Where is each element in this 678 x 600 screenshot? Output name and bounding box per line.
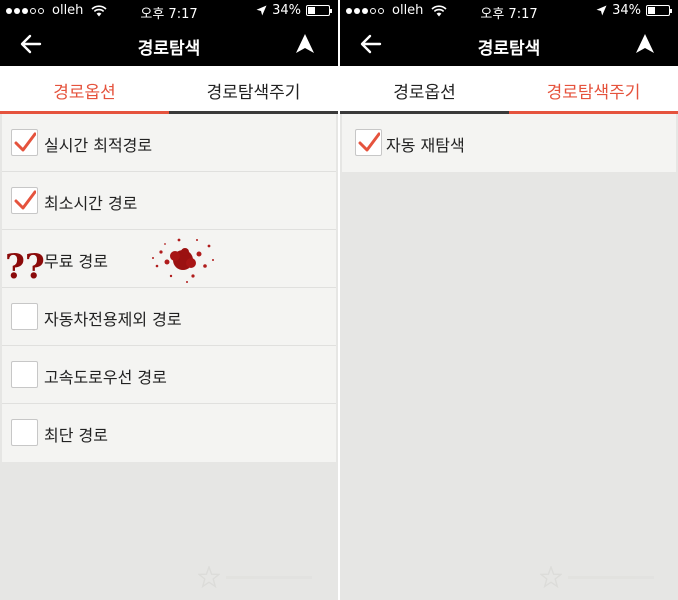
navigation-bar: 경로탐색 (0, 22, 338, 66)
watermark (540, 564, 660, 592)
checkbox[interactable] (11, 129, 38, 156)
tab-route-options[interactable]: 경로옵션 (0, 66, 169, 114)
checkbox[interactable] (355, 129, 382, 156)
navigation-arrow-icon[interactable] (294, 32, 316, 56)
checkbox[interactable] (11, 187, 38, 214)
tab-search-interval[interactable]: 경로탐색주기 (509, 66, 678, 114)
checkmark-icon (358, 132, 380, 152)
checkmark-icon (14, 190, 36, 210)
option-label: 자동차전용제외 경로 (44, 310, 182, 329)
tab-route-options[interactable]: 경로옵션 (340, 66, 509, 114)
option-row-auto-research[interactable]: 자동 재탐색 (342, 114, 676, 172)
option-label: 무료 경로 (44, 252, 108, 271)
page-title: 경로탐색 (137, 39, 201, 59)
checkbox[interactable] (11, 361, 38, 388)
tab-label: 경로옵션 (393, 82, 456, 103)
top-bar: olleh 오후 7:17 34% 경로탐색 (340, 0, 678, 66)
svg-text:????: ???? (5, 247, 47, 284)
option-row-realtime-optimal[interactable]: 실시간 최적경로 (2, 114, 336, 172)
checkbox[interactable] (11, 419, 38, 446)
option-row-exclude-motorway[interactable]: 자동차전용제외 경로 (2, 288, 336, 346)
question-marks-annotation: ???? (5, 247, 47, 284)
battery-percent: 34% (272, 3, 301, 18)
location-services-icon (596, 5, 607, 16)
location-services-icon (256, 5, 267, 16)
option-label: 자동 재탐색 (386, 136, 465, 155)
option-label: 최소시간 경로 (44, 194, 138, 213)
option-row-highway-first[interactable]: 고속도로우선 경로 (2, 346, 336, 404)
star-logo-icon (540, 566, 562, 588)
battery-percent: 34% (612, 3, 641, 18)
page-title: 경로탐색 (477, 39, 541, 59)
battery-icon (306, 5, 332, 16)
star-logo-icon (198, 566, 220, 588)
option-label: 최단 경로 (44, 426, 108, 445)
battery-icon (646, 5, 672, 16)
checkbox[interactable] (11, 303, 38, 330)
tab-bar: 경로옵션 경로탐색주기 (340, 66, 678, 114)
watermark (198, 564, 318, 592)
tab-label: 경로옵션 (53, 82, 116, 103)
checkmark-icon (14, 132, 36, 152)
option-row-free-route[interactable]: ???? 무료 경로 (2, 230, 336, 288)
tab-label: 경로탐색주기 (546, 82, 641, 103)
left-screen: olleh 오후 7:17 34% 경로탐색 경로옵션 경로탐색주기 실시간 최… (0, 0, 338, 600)
option-label: 실시간 최적경로 (44, 136, 153, 155)
right-screen: olleh 오후 7:17 34% 경로탐색 경로옵션 경로탐색주기 자동 재탐… (340, 0, 678, 600)
route-options-list: 실시간 최적경로 최소시간 경로 ???? 무료 경로 (2, 114, 336, 462)
top-bar: olleh 오후 7:17 34% 경로탐색 (0, 0, 338, 66)
option-row-minimum-time[interactable]: 최소시간 경로 (2, 172, 336, 230)
option-row-shortest[interactable]: 최단 경로 (2, 404, 336, 462)
tab-search-interval[interactable]: 경로탐색주기 (169, 66, 338, 114)
option-label: 고속도로우선 경로 (44, 368, 167, 387)
status-bar: olleh 오후 7:17 34% (340, 0, 678, 22)
search-interval-list: 자동 재탐색 (342, 114, 676, 172)
screenshot-pair: olleh 오후 7:17 34% 경로탐색 경로옵션 경로탐색주기 실시간 최… (0, 0, 678, 600)
status-bar: olleh 오후 7:17 34% (0, 0, 338, 22)
navigation-arrow-icon[interactable] (634, 32, 656, 56)
navigation-bar: 경로탐색 (340, 22, 678, 66)
tab-label: 경로탐색주기 (206, 82, 301, 103)
tab-bar: 경로옵션 경로탐색주기 (0, 66, 338, 114)
blood-splatter-decoration (152, 238, 214, 283)
